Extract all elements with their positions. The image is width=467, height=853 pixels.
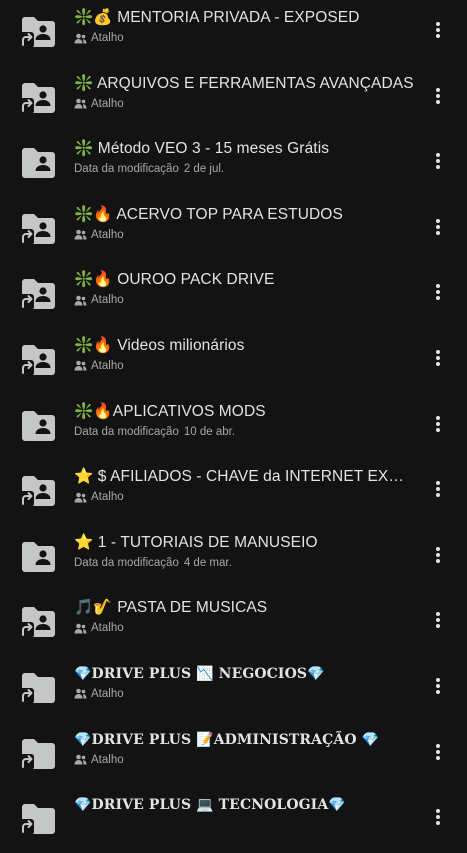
more-options-icon[interactable] (426, 215, 450, 239)
file-subtitle: Atalho (74, 620, 129, 636)
file-subtitle-label: Atalho (91, 228, 124, 241)
file-subtitle-label: Atalho (91, 294, 124, 307)
folder-shortcut-icon (19, 471, 57, 509)
more-options-icon[interactable] (426, 543, 450, 567)
file-title: 💎DRIVE PLUS 💻 TECNOLOGIA💎 (74, 797, 346, 814)
more-options-icon[interactable] (426, 149, 450, 173)
more-options-icon[interactable] (426, 412, 450, 436)
file-subtitle-label: Atalho (91, 491, 124, 504)
file-row[interactable]: ❇️🔥 Videos milionários Atalho (0, 328, 467, 394)
folder-shortcut-icon (19, 734, 57, 772)
more-options-icon[interactable] (426, 346, 450, 370)
file-subtitle: Atalho (74, 30, 129, 46)
folder-shortcut-icon (19, 340, 57, 378)
file-title: 💎DRIVE PLUS 📝ADMINISTRAÇÃO 💎 (74, 731, 380, 748)
file-subtitle: Atalho (74, 96, 129, 112)
shared-folder-icon (19, 143, 57, 181)
modified-date: 2 de jul. (183, 163, 225, 176)
shared-people-icon (74, 295, 87, 306)
shared-people-icon (74, 360, 87, 371)
file-subtitle: Atalho (74, 358, 129, 374)
file-row[interactable]: ⭐ $ AFILIADOS - CHAVE da INTERNET EXPOSE… (0, 459, 467, 525)
file-subtitle-label: Data da modificação (74, 163, 179, 176)
modified-date: 4 de mar. (183, 556, 232, 569)
shared-folder-icon (19, 406, 57, 444)
file-title: ❇️🔥 ACERVO TOP PARA ESTUDOS (74, 205, 343, 223)
file-title: 🎵🎷 PASTA DE MUSICAS (74, 599, 268, 617)
more-options-icon[interactable] (426, 18, 450, 42)
more-options-icon[interactable] (426, 280, 450, 304)
folder-shortcut-icon (19, 12, 57, 50)
file-subtitle: Atalho (74, 752, 129, 768)
file-title: ⭐ $ AFILIADOS - CHAVE da INTERNET EXPOSE… (74, 468, 414, 486)
shared-people-icon (74, 623, 87, 634)
shared-people-icon (74, 754, 87, 765)
file-subtitle: Atalho (74, 227, 129, 243)
folder-shortcut-icon (19, 209, 57, 247)
file-title: ❇️🔥 OUROO PACK DRIVE (74, 271, 275, 289)
more-options-icon[interactable] (426, 805, 450, 829)
file-row[interactable]: ❇️ Método VEO 3 - 15 meses Grátis Data da… (0, 131, 467, 197)
modified-date: 10 de abr. (183, 425, 235, 438)
folder-shortcut-icon (19, 668, 57, 706)
file-subtitle-label: Data da modificação (74, 425, 179, 438)
more-options-icon[interactable] (426, 608, 450, 632)
file-row[interactable]: 🎵🎷 PASTA DE MUSICAS Atalho (0, 590, 467, 656)
file-row[interactable]: ⭐ 1 - TUTORIAIS DE MANUSEIO Data da modif… (0, 525, 467, 591)
shared-people-icon (74, 492, 87, 503)
file-subtitle: Data da modificação 10 de abr. (74, 424, 235, 440)
more-options-icon[interactable] (426, 740, 450, 764)
file-subtitle: Atalho (74, 292, 129, 308)
file-row[interactable]: ❇️🔥 OUROO PACK DRIVE Atalho (0, 262, 467, 328)
more-options-icon[interactable] (426, 674, 450, 698)
file-title: ❇️🔥APLICATIVOS MODS (74, 402, 266, 420)
more-options-icon[interactable] (426, 477, 450, 501)
file-row[interactable]: 💎DRIVE PLUS 💻 TECNOLOGIA💎 (0, 787, 467, 853)
file-subtitle-label: Atalho (91, 359, 124, 372)
file-list: ❇️💰 MENTORIA PRIVADA - EXPOSED Atalho ❇️ A… (0, 0, 467, 853)
more-options-icon[interactable] (426, 84, 450, 108)
file-subtitle-label: Atalho (91, 753, 124, 766)
file-row[interactable]: ❇️ ARQUIVOS E FERRAMENTAS AVANÇADAS Atalh… (0, 66, 467, 132)
file-subtitle-label: Atalho (91, 687, 124, 700)
file-subtitle-label: Data da modificação (74, 556, 179, 569)
file-subtitle-label: Atalho (91, 32, 124, 44)
folder-shortcut-icon (19, 602, 57, 640)
shared-people-icon (74, 229, 87, 240)
file-subtitle: Atalho (74, 489, 129, 505)
file-title: ⭐ 1 - TUTORIAIS DE MANUSEIO (74, 533, 318, 551)
folder-shortcut-icon (19, 799, 57, 837)
file-title: ❇️💰 MENTORIA PRIVADA - EXPOSED (74, 9, 360, 26)
file-subtitle-label: Atalho (91, 622, 124, 635)
file-title: 💎DRIVE PLUS 📉 NEGOCIOS💎 (74, 665, 325, 682)
file-subtitle: Atalho (74, 686, 129, 702)
folder-shortcut-icon (19, 78, 57, 116)
file-row[interactable]: ❇️🔥 ACERVO TOP PARA ESTUDOS Atalho (0, 197, 467, 263)
file-row[interactable]: 💎DRIVE PLUS 📝ADMINISTRAÇÃO 💎 Atalho (0, 722, 467, 788)
file-row[interactable]: ❇️💰 MENTORIA PRIVADA - EXPOSED Atalho (0, 0, 467, 66)
file-title: ❇️🔥 Videos milionários (74, 336, 245, 354)
file-title: ❇️ ARQUIVOS E FERRAMENTAS AVANÇADAS (74, 74, 414, 92)
file-row[interactable]: ❇️🔥APLICATIVOS MODS Data da modificação 10… (0, 394, 467, 460)
shared-people-icon (74, 33, 87, 44)
file-title: ❇️ Método VEO 3 - 15 meses Grátis (74, 140, 330, 158)
file-subtitle: Data da modificação 2 de jul. (74, 161, 224, 177)
file-subtitle-label: Atalho (91, 97, 124, 110)
file-subtitle: Data da modificação 4 de mar. (74, 555, 232, 571)
shared-folder-icon (19, 537, 57, 575)
shared-people-icon (74, 688, 87, 699)
folder-shortcut-icon (19, 274, 57, 312)
shared-people-icon (74, 98, 87, 109)
file-row[interactable]: 💎DRIVE PLUS 📉 NEGOCIOS💎 Atalho (0, 656, 467, 722)
